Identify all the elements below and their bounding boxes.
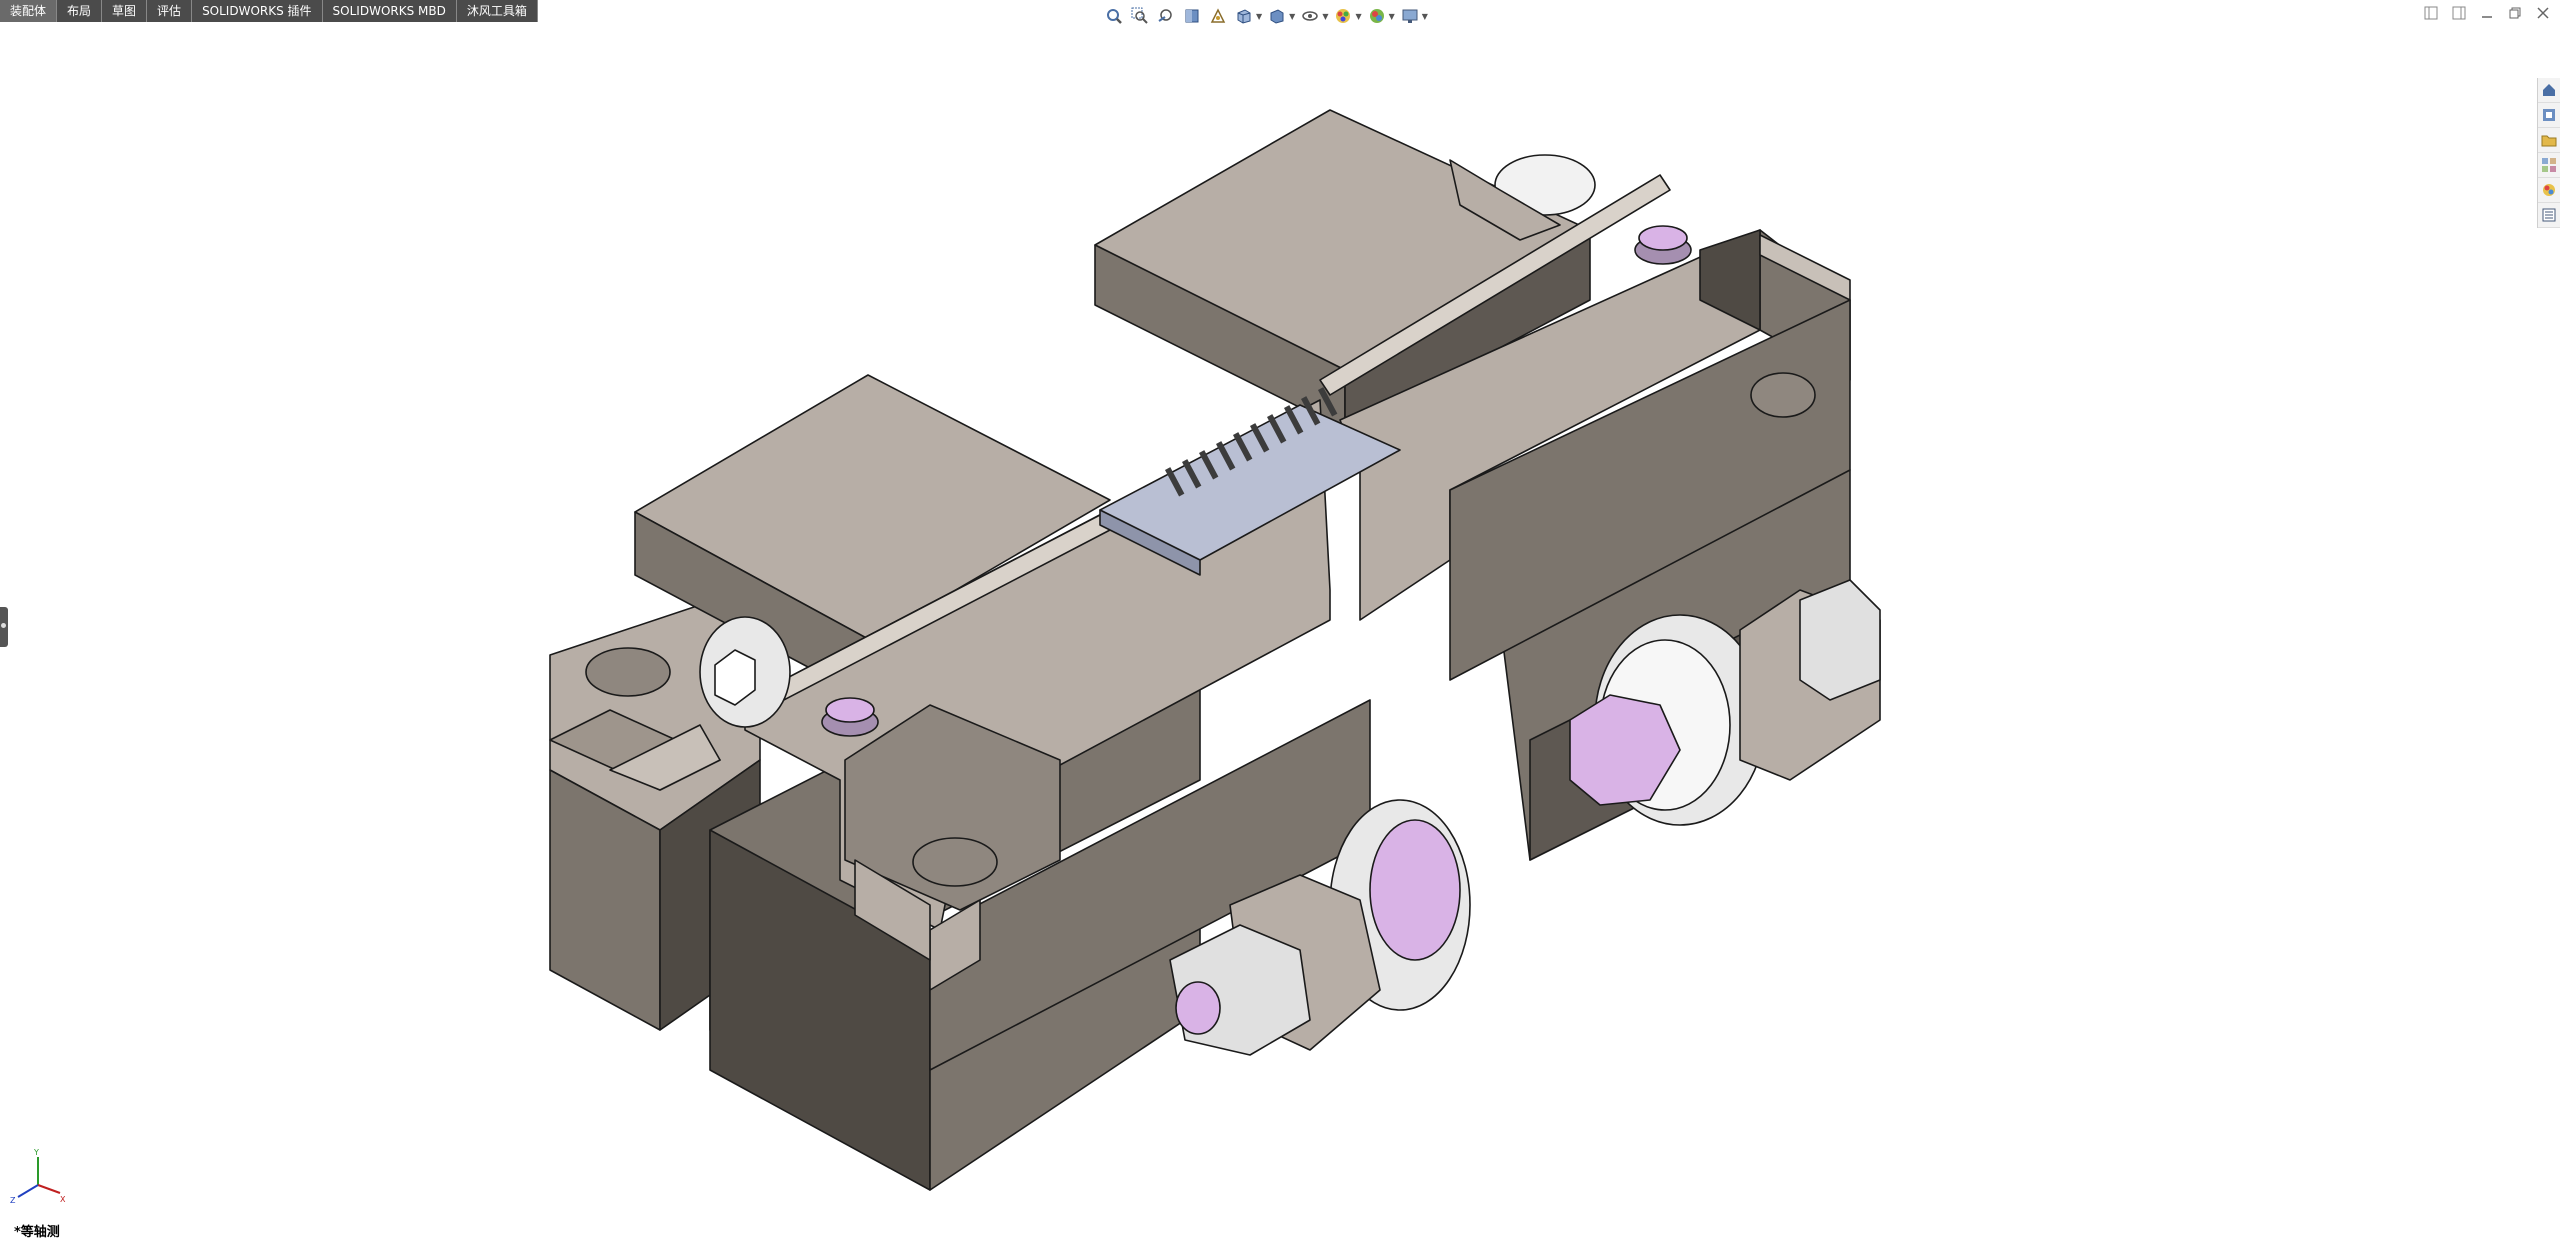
coordinate-triad: Y X Z: [10, 1148, 66, 1205]
tab-assembly[interactable]: 装配体: [0, 0, 58, 22]
minimize-icon[interactable]: [2478, 4, 2496, 22]
restore-icon[interactable]: [2506, 4, 2524, 22]
close-icon[interactable]: [2534, 4, 2552, 22]
shoulder-screw-left[interactable]: [699, 616, 791, 728]
tab-evaluate[interactable]: 评估: [147, 0, 193, 22]
design-library-icon[interactable]: [2538, 103, 2560, 128]
tile-vertical-icon[interactable]: [2450, 4, 2468, 22]
triad-x-label: X: [60, 1195, 66, 1204]
appearances-scenes-icon[interactable]: [2538, 178, 2560, 203]
tile-horizontal-icon[interactable]: [2422, 4, 2440, 22]
locating-pin-right[interactable]: [1634, 225, 1692, 265]
tab-solidworks-addins[interactable]: SOLIDWORKS 插件: [192, 0, 323, 22]
command-manager-tabs: 装配体 布局 草图 评估 SOLIDWORKS 插件 SOLIDWORKS MB…: [0, 0, 538, 22]
view-orientation-label: *等轴测: [14, 1225, 60, 1240]
chevron-down-icon[interactable]: ▼: [1355, 12, 1361, 21]
chevron-down-icon[interactable]: ▼: [1322, 12, 1328, 21]
view-palette-icon[interactable]: [2538, 153, 2560, 178]
triad-x-axis: [37, 1184, 61, 1194]
tab-solidworks-mbd[interactable]: SOLIDWORKS MBD: [322, 0, 457, 22]
custom-properties-icon[interactable]: [2538, 203, 2560, 228]
tab-layout[interactable]: 布局: [57, 0, 103, 22]
triad-y-label: Y: [33, 1148, 39, 1157]
chevron-down-icon[interactable]: ▼: [1389, 12, 1395, 21]
solidworks-resources-icon[interactable]: [2538, 78, 2560, 103]
chevron-down-icon[interactable]: ▼: [1422, 12, 1428, 21]
chevron-down-icon[interactable]: ▼: [1289, 12, 1295, 21]
locating-pin-left[interactable]: [821, 697, 879, 737]
task-pane: [2537, 78, 2560, 228]
chevron-down-icon[interactable]: ▼: [1256, 12, 1262, 21]
tab-mufeng-toolbox[interactable]: 沐风工具箱: [456, 0, 538, 22]
triad-z-label: Z: [10, 1196, 16, 1205]
window-controls: [2422, 4, 2552, 22]
file-explorer-icon[interactable]: [2538, 128, 2560, 153]
tab-sketch[interactable]: 草图: [102, 0, 148, 22]
graphics-area[interactable]: [0, 24, 2528, 1241]
triad-z-axis: [17, 1184, 39, 1198]
